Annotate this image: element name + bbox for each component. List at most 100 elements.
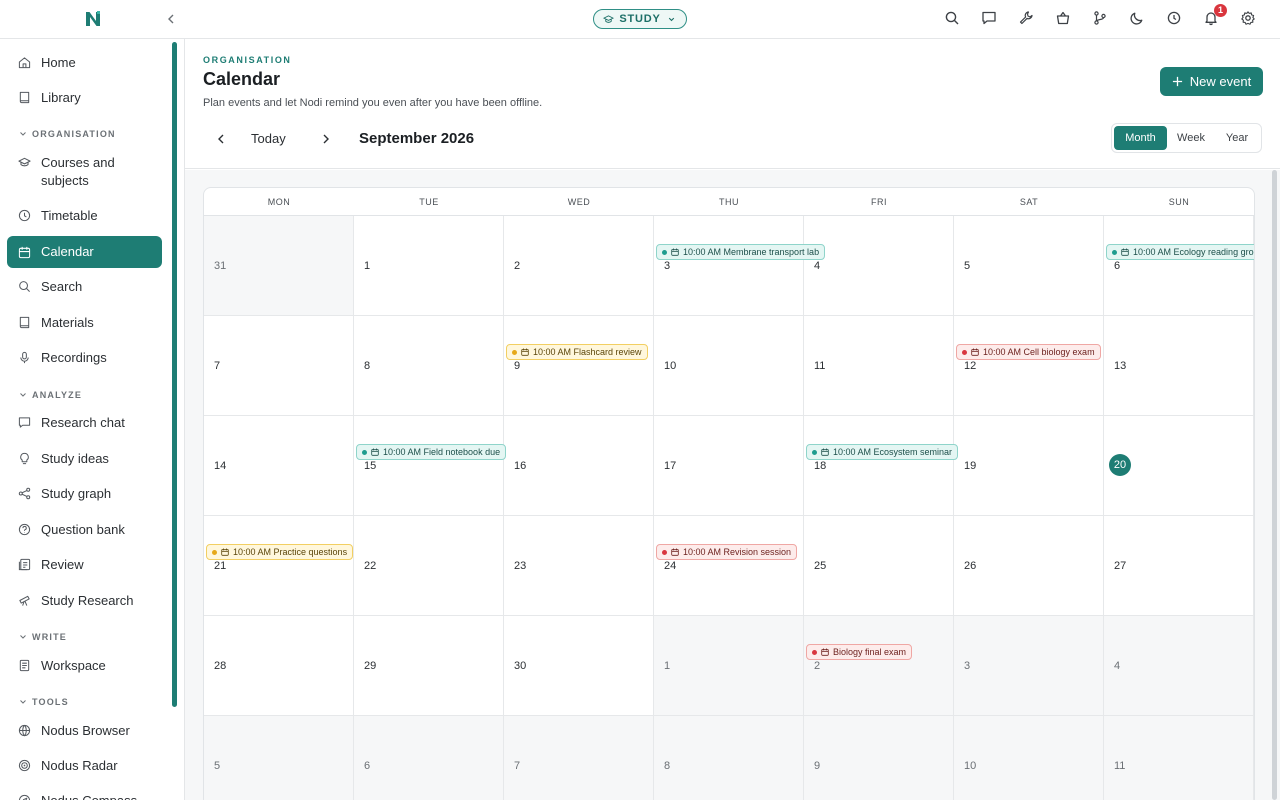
day-cell[interactable]: 8 [654,716,804,800]
settings-button[interactable] [1240,10,1258,28]
calendar-event[interactable]: 10:00 AM Cell biology exam [956,344,1101,360]
calendar-event[interactable]: 10:00 AM Flashcard review [506,344,648,360]
section-organisation[interactable]: ORGANISATION [19,129,116,139]
day-cell[interactable]: 7 [504,716,654,800]
day-cell[interactable]: 4 [1104,616,1254,716]
day-cell[interactable]: 1 [654,616,804,716]
calendar-scrollbar[interactable] [1272,170,1277,800]
sidebar-item-search[interactable]: Search [7,278,162,296]
sidebar-item-nodus-browser[interactable]: Nodus Browser [7,722,162,740]
day-cell[interactable]: 20 [1104,416,1254,516]
tools-button[interactable] [1018,10,1036,28]
sidebar-item-study-graph[interactable]: Study graph [7,485,162,503]
next-month-button[interactable] [318,131,334,147]
basket-button[interactable] [1055,10,1073,28]
calendar-event[interactable]: 10:00 AM Field notebook due [356,444,507,460]
day-cell[interactable]: 2 [804,616,954,716]
sidebar-item-recordings[interactable]: Recordings [7,349,162,367]
page-eyebrow: ORGANISATION [203,55,292,65]
day-cell[interactable]: 29 [354,616,504,716]
collapse-sidebar-icon[interactable] [163,11,179,27]
day-cell[interactable]: 31 [204,216,354,316]
app-logo-icon[interactable] [84,10,102,28]
chat-button[interactable] [981,10,999,28]
day-cell[interactable]: 4 [804,216,954,316]
theme-toggle-button[interactable] [1129,10,1147,28]
section-tools[interactable]: TOOLS [19,697,69,707]
event-status-dot [362,449,367,455]
view-year-button[interactable]: Year [1215,126,1259,150]
today-button[interactable]: Today [251,131,286,146]
sidebar-item-question-bank[interactable]: Question bank [7,521,162,539]
day-cell[interactable]: 10 [954,716,1104,800]
calendar-event[interactable]: 10:00 AM Practice questions [206,544,354,560]
day-cell[interactable]: 30 [504,616,654,716]
day-cell[interactable]: 22 [354,516,504,616]
section-analyze[interactable]: ANALYZE [19,390,82,400]
day-cell[interactable]: 24 [654,516,804,616]
sidebar-item-research-chat[interactable]: Research chat [7,414,162,432]
sidebar-item-nodus-compass[interactable]: Nodus Compass [7,792,162,800]
mode-label: STUDY [619,13,661,25]
sidebar-item-review[interactable]: Review [7,556,162,574]
calendar-event[interactable]: Biology final exam [806,644,913,660]
history-button[interactable] [1166,10,1184,28]
sidebar-item-materials[interactable]: Materials [7,314,162,332]
day-number: 7 [214,360,221,372]
section-write[interactable]: WRITE [19,632,67,642]
sidebar-item-courses[interactable]: Courses and subjects [7,154,157,190]
notifications-button[interactable]: 1 [1203,4,1227,28]
calendar-event[interactable]: 10:00 AM Ecosystem seminar [806,444,959,460]
day-cell[interactable]: 19 [954,416,1104,516]
day-cell[interactable]: 23 [504,516,654,616]
sidebar-item-library[interactable]: Library [7,89,162,107]
previous-month-button[interactable] [213,131,229,147]
sidebar-item-study-research[interactable]: Study Research [7,592,162,610]
month-grid: MON TUE WED THU FRI SAT SUN 31 1 2 3 4 5 6 7 8 9 10 11 12 1… [203,187,1255,800]
view-week-button[interactable]: Week [1167,126,1215,150]
day-cell[interactable]: 21 [204,516,354,616]
day-cell[interactable]: 3 [954,616,1104,716]
view-month-button[interactable]: Month [1114,126,1167,150]
git-branch-button[interactable] [1092,10,1110,28]
day-cell[interactable]: 17 [654,416,804,516]
day-cell[interactable]: 7 [204,316,354,416]
day-cell[interactable]: 14 [204,416,354,516]
day-number: 7 [514,760,521,772]
day-cell[interactable]: 9 [804,716,954,800]
sidebar-item-study-ideas[interactable]: Study ideas [7,450,162,468]
search-button[interactable] [944,10,962,28]
day-cell[interactable]: 13 [1104,316,1254,416]
day-cell[interactable]: 6 [1104,216,1254,316]
day-cell[interactable]: 15 [354,416,504,516]
day-cell[interactable]: 10 [654,316,804,416]
day-cell[interactable]: 11 [1104,716,1254,800]
new-event-button[interactable]: New event [1160,67,1263,96]
day-cell[interactable]: 5 [954,216,1104,316]
day-cell[interactable]: 28 [204,616,354,716]
day-cell[interactable]: 8 [354,316,504,416]
sidebar-item-workspace[interactable]: Workspace [7,657,162,675]
day-cell[interactable]: 18 [804,416,954,516]
mode-switch[interactable]: STUDY [593,9,687,29]
sidebar-item-home[interactable]: Home [7,54,162,72]
day-cell[interactable]: 11 [804,316,954,416]
day-cell[interactable]: 2 [504,216,654,316]
sidebar-scrollbar[interactable] [172,42,177,707]
day-cell[interactable]: 25 [804,516,954,616]
sidebar-item-timetable[interactable]: Timetable [7,207,162,225]
day-cell[interactable]: 26 [954,516,1104,616]
day-cell[interactable]: 9 [504,316,654,416]
day-cell[interactable]: 5 [204,716,354,800]
day-cell[interactable]: 27 [1104,516,1254,616]
day-cell[interactable]: 1 [354,216,504,316]
day-cell[interactable]: 12 [954,316,1104,416]
day-cell[interactable]: 16 [504,416,654,516]
calendar-event[interactable]: 10:00 AM Revision session [656,544,798,560]
day-cell[interactable]: 3 [654,216,804,316]
sidebar-item-calendar[interactable]: Calendar [7,236,162,268]
sidebar-item-nodus-radar[interactable]: Nodus Radar [7,757,162,775]
day-cell[interactable]: 6 [354,716,504,800]
calendar-event[interactable]: 10:00 AM Ecology reading group [1106,244,1254,260]
calendar-event[interactable]: 10:00 AM Membrane transport lab [656,244,826,260]
